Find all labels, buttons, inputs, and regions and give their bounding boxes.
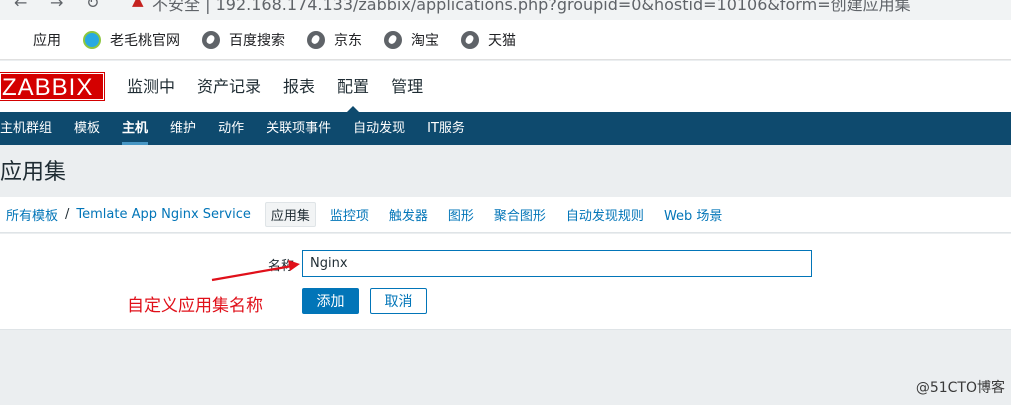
globe-icon [384, 30, 402, 49]
annotation-arrow [211, 260, 300, 282]
menu-reports[interactable]: 报表 [283, 61, 315, 112]
bookmark-jd[interactable]: 京东 [307, 30, 362, 50]
back-arrow-icon[interactable]: ← [14, 0, 27, 12]
bookmarks-bar: 应用 老毛桃官网 百度搜索 京东 淘宝 天猫 [0, 20, 1011, 60]
zabbix-logo[interactable]: ZABBIX [0, 73, 104, 101]
tab-applications[interactable]: 应用集 [264, 202, 316, 227]
menu-inventory[interactable]: 资产记录 [197, 61, 261, 112]
bookmark-label: 淘宝 [411, 32, 439, 49]
forward-arrow-icon[interactable]: → [50, 0, 63, 12]
bookmark-label: 天猫 [488, 32, 516, 49]
annotation-text: 自定义应用集名称 [127, 296, 263, 316]
zabbix-header: ZABBIX 监测中 资产记录 报表 配置 管理 [0, 61, 1011, 112]
submenu-maintenance[interactable]: 维护 [170, 112, 196, 145]
bookmark-laomaotao[interactable]: 老毛桃官网 [83, 30, 180, 50]
bookmark-label: 百度搜索 [229, 32, 285, 49]
tab-screens[interactable]: 聚合图形 [494, 205, 546, 224]
bookmark-taobao[interactable]: 淘宝 [384, 30, 439, 50]
main-menu: 监测中 资产记录 报表 配置 管理 [127, 61, 445, 112]
menu-administration[interactable]: 管理 [391, 61, 423, 112]
name-input[interactable] [302, 250, 812, 277]
laomaotao-icon [83, 30, 101, 49]
submenu-correlation[interactable]: 关联项事件 [266, 112, 331, 145]
submenu-it-services[interactable]: IT服务 [427, 112, 465, 145]
breadcrumb: 所有模板 / Temlate App Nginx Service 应用集 监控项… [0, 197, 1011, 233]
submenu-templates[interactable]: 模板 [74, 112, 100, 145]
apps-grid-icon [6, 31, 24, 49]
watermark: @51CTO博客 [915, 380, 1005, 396]
globe-icon [307, 30, 325, 49]
browser-address-bar: ← → ↻ ▲ 不安全 | 192.168.174.133/zabbix/app… [0, 0, 1011, 20]
tab-web-scenarios[interactable]: Web 场景 [664, 205, 722, 224]
globe-icon [202, 30, 220, 49]
breadcrumb-all-templates[interactable]: 所有模板 [6, 205, 58, 224]
breadcrumb-separator: / [65, 207, 70, 222]
submenu-hosts[interactable]: 主机 [122, 112, 149, 145]
reload-icon[interactable]: ↻ [86, 0, 99, 12]
bookmark-tmall[interactable]: 天猫 [461, 30, 516, 50]
sub-menu: 主机群组 模板 主机 维护 动作 关联项事件 自动发现 IT服务 [0, 112, 1011, 145]
bookmark-apps[interactable]: 应用 [6, 30, 61, 50]
bookmark-label: 应用 [33, 32, 61, 49]
menu-configuration[interactable]: 配置 [337, 61, 369, 112]
tab-triggers[interactable]: 触发器 [389, 205, 428, 224]
globe-icon [461, 30, 479, 49]
cancel-button[interactable]: 取消 [370, 288, 427, 314]
add-button[interactable]: 添加 [302, 288, 359, 314]
bookmark-label: 京东 [334, 32, 362, 49]
bookmark-label: 老毛桃官网 [110, 32, 180, 49]
submenu-host-groups[interactable]: 主机群组 [0, 112, 52, 145]
tab-graphs[interactable]: 图形 [448, 205, 474, 224]
submenu-discovery[interactable]: 自动发现 [353, 112, 405, 145]
submenu-actions[interactable]: 动作 [218, 112, 244, 145]
insecure-warning-icon[interactable]: ▲ [132, 0, 144, 9]
breadcrumb-template[interactable]: Temlate App Nginx Service [76, 207, 250, 222]
tab-discovery-rules[interactable]: 自动发现规则 [566, 205, 644, 224]
url-field[interactable]: 不安全 | 192.168.174.133/zabbix/application… [152, 0, 911, 15]
bookmark-baidu[interactable]: 百度搜索 [202, 30, 285, 50]
tab-items[interactable]: 监控项 [330, 205, 369, 224]
menu-monitoring[interactable]: 监测中 [127, 61, 175, 112]
page-title: 应用集 [0, 160, 67, 185]
